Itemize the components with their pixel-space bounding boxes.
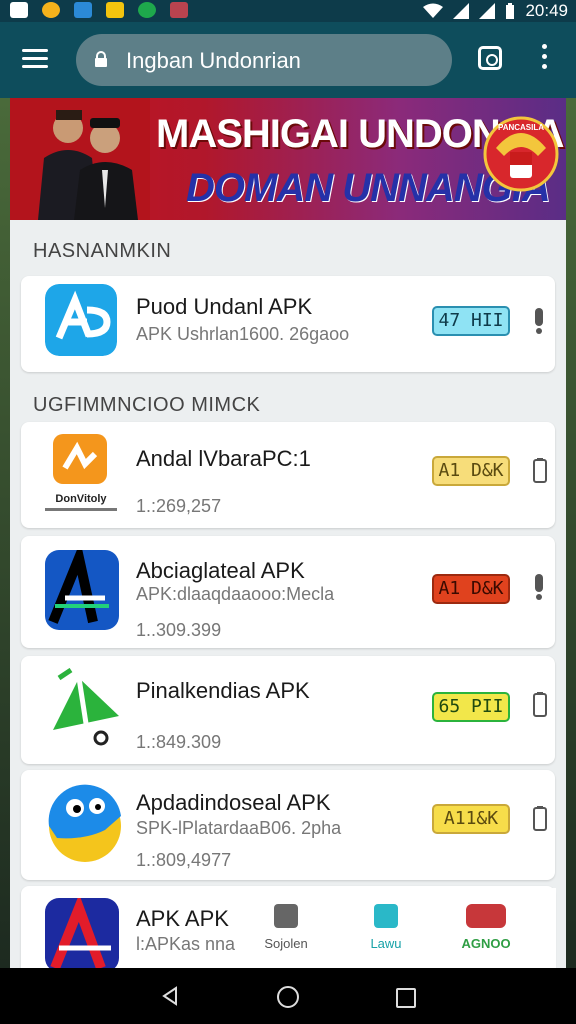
- camera-icon: [466, 904, 506, 928]
- app-name: Pinalkendias APK: [136, 678, 310, 703]
- app-list-content: HASNANMKIN Puod Undanl APK APK Ushrlan16…: [10, 220, 566, 968]
- bottom-tab-bar: Sojolen Lawu AGNOO: [240, 888, 556, 968]
- app-name: Abciaglateal APK: [136, 558, 305, 583]
- version-badge[interactable]: A11&K: [432, 804, 510, 834]
- app-icon: DonVitoly: [41, 432, 121, 516]
- wifi-icon: [423, 3, 444, 18]
- tab-saved[interactable]: Sojolen: [246, 904, 326, 951]
- version-badge[interactable]: 65 PII: [432, 692, 510, 722]
- signal-icon: [479, 3, 496, 19]
- list-item[interactable]: Pinalkendias APK 1.:849.309 65 PII: [21, 656, 555, 764]
- app-icon: [48, 784, 122, 862]
- background-right: [566, 98, 576, 968]
- list-section-title: UGFIMMNCIOO MIMCK: [33, 394, 261, 416]
- tabs-icon[interactable]: [478, 46, 502, 70]
- tab-camera[interactable]: AGNOO: [446, 904, 526, 951]
- notification-icon: [10, 2, 28, 18]
- share-icon: [374, 904, 398, 928]
- featured-app-card[interactable]: Puod Undanl APK APK Ushrlan1600. 26gaoo …: [21, 276, 555, 372]
- version-badge[interactable]: A1 D&K: [432, 574, 510, 604]
- url-text: Ingban Undonrian: [126, 48, 301, 73]
- version-badge[interactable]: A1 D&K: [432, 456, 510, 486]
- notification-icons: [10, 2, 188, 18]
- browser-toolbar: Ingban Undonrian: [0, 22, 576, 98]
- download-count: 1.:849.309: [136, 732, 222, 752]
- menu-icon[interactable]: [22, 49, 48, 69]
- app-icon: [45, 284, 117, 356]
- battery-icon: [506, 3, 515, 19]
- app-icon: [53, 668, 119, 746]
- notification-icon: [74, 2, 92, 18]
- tab-share[interactable]: Lawu: [346, 904, 426, 951]
- signal-icon: [453, 3, 470, 19]
- clock: 20:49: [525, 1, 568, 20]
- app-subtitle: SPK-lPlatardaaB06. 2pha: [136, 818, 342, 838]
- bookmark-icon: [274, 904, 298, 928]
- promo-banner[interactable]: MASHIGAI UNDONSIA DOMAN UNNANGIA PANCASI…: [10, 98, 566, 220]
- notification-icon: [170, 2, 188, 18]
- notification-icon: [42, 2, 60, 18]
- version-badge[interactable]: 47 HII: [432, 306, 510, 336]
- emblem-text: PANCASILA: [498, 123, 544, 132]
- phone-icon[interactable]: [533, 806, 547, 832]
- tab-label: Sojolen: [264, 936, 308, 951]
- download-icon[interactable]: [533, 308, 545, 334]
- officials-illustration: [10, 98, 150, 220]
- list-item[interactable]: Apdadindoseal APK SPK-lPlatardaaB06. 2ph…: [21, 770, 555, 880]
- tab-label: Lawu: [370, 936, 402, 951]
- system-indicators: 20:49: [423, 1, 568, 21]
- notification-icon: [106, 2, 124, 18]
- system-nav-bar: [0, 968, 576, 1024]
- download-count: 1.:269,257: [136, 496, 222, 516]
- phone-icon[interactable]: [533, 458, 547, 484]
- app-subtitle: APK Ushrlan1600. 26gaoo: [136, 324, 350, 344]
- back-icon[interactable]: [160, 986, 180, 1006]
- tab-label: AGNOO: [461, 936, 511, 951]
- download-count: 1..309.399: [136, 620, 222, 640]
- app-name: Puod Undanl APK: [136, 294, 313, 319]
- download-count: 1.:809,4977: [136, 850, 232, 870]
- app-name: APK APK: [136, 906, 229, 931]
- recents-icon[interactable]: [396, 988, 416, 1008]
- list-item[interactable]: DonVitoly Andal lVbaraPC:1 1.:269,257 A1…: [21, 422, 555, 528]
- app-icon-text: DonVitoly: [55, 493, 107, 505]
- download-icon[interactable]: [533, 574, 545, 600]
- home-icon[interactable]: [277, 986, 299, 1008]
- status-bar: 20:49: [0, 0, 576, 22]
- garuda-emblem-icon: PANCASILA: [483, 116, 559, 192]
- app-name: Andal lVbaraPC:1: [136, 446, 311, 471]
- notification-icon: [138, 2, 156, 18]
- more-options-icon[interactable]: [538, 44, 550, 74]
- lock-icon: [95, 51, 107, 67]
- app-name: Apdadindoseal APK: [136, 790, 331, 815]
- app-icon: [45, 898, 119, 968]
- address-bar[interactable]: Ingban Undonrian: [76, 34, 452, 86]
- featured-section-title: HASNANMKIN: [33, 240, 172, 262]
- phone-icon[interactable]: [533, 692, 547, 718]
- list-item[interactable]: Abciaglateal APK APK:dlaaqdaaooo:Mecla 1…: [21, 536, 555, 648]
- app-subtitle: APK:dlaaqdaaooo:Mecla: [136, 584, 335, 604]
- app-icon: [45, 550, 119, 630]
- app-subtitle: l:APKas nna: [136, 934, 236, 954]
